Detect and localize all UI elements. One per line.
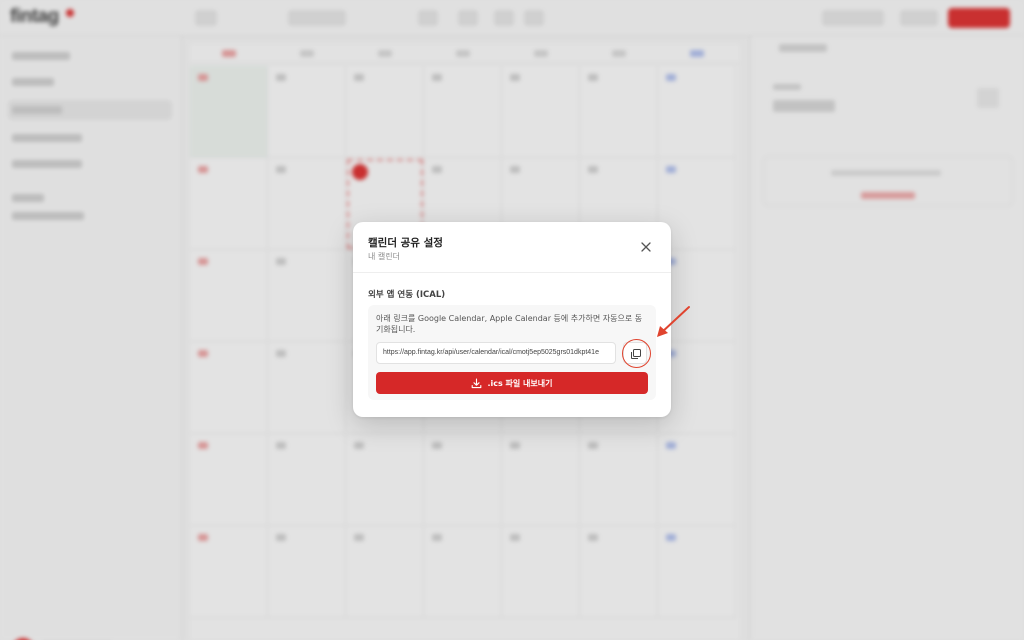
download-icon: [472, 377, 482, 388]
export-ics-button[interactable]: .ics 파일 내보내기: [376, 372, 648, 394]
section-label: 외부 앱 연동 (ICAL): [368, 290, 446, 300]
export-label: .ics 파일 내보내기: [487, 378, 553, 388]
annotation-circle: [622, 339, 651, 368]
calendar-share-modal: 캘린더 공유 설정 내 캘린더 외부 앱 연동 (ICAL) 아래 링크를 Go…: [353, 222, 671, 417]
ical-description: 아래 링크를 Google Calendar, Apple Calendar 등…: [376, 314, 643, 334]
modal-subtitle: 내 캘린더: [368, 252, 400, 261]
close-button[interactable]: [639, 240, 653, 254]
modal-title: 캘린더 공유 설정: [368, 237, 443, 249]
modal-header: 캘린더 공유 설정 내 캘린더: [353, 222, 671, 273]
ical-card: 아래 링크를 Google Calendar, Apple Calendar 등…: [368, 305, 656, 400]
close-icon: [641, 242, 651, 252]
annotation-arrow-icon: [657, 306, 690, 337]
ical-url-field[interactable]: https://app.fintag.kr/api/user/calendar/…: [376, 342, 616, 364]
